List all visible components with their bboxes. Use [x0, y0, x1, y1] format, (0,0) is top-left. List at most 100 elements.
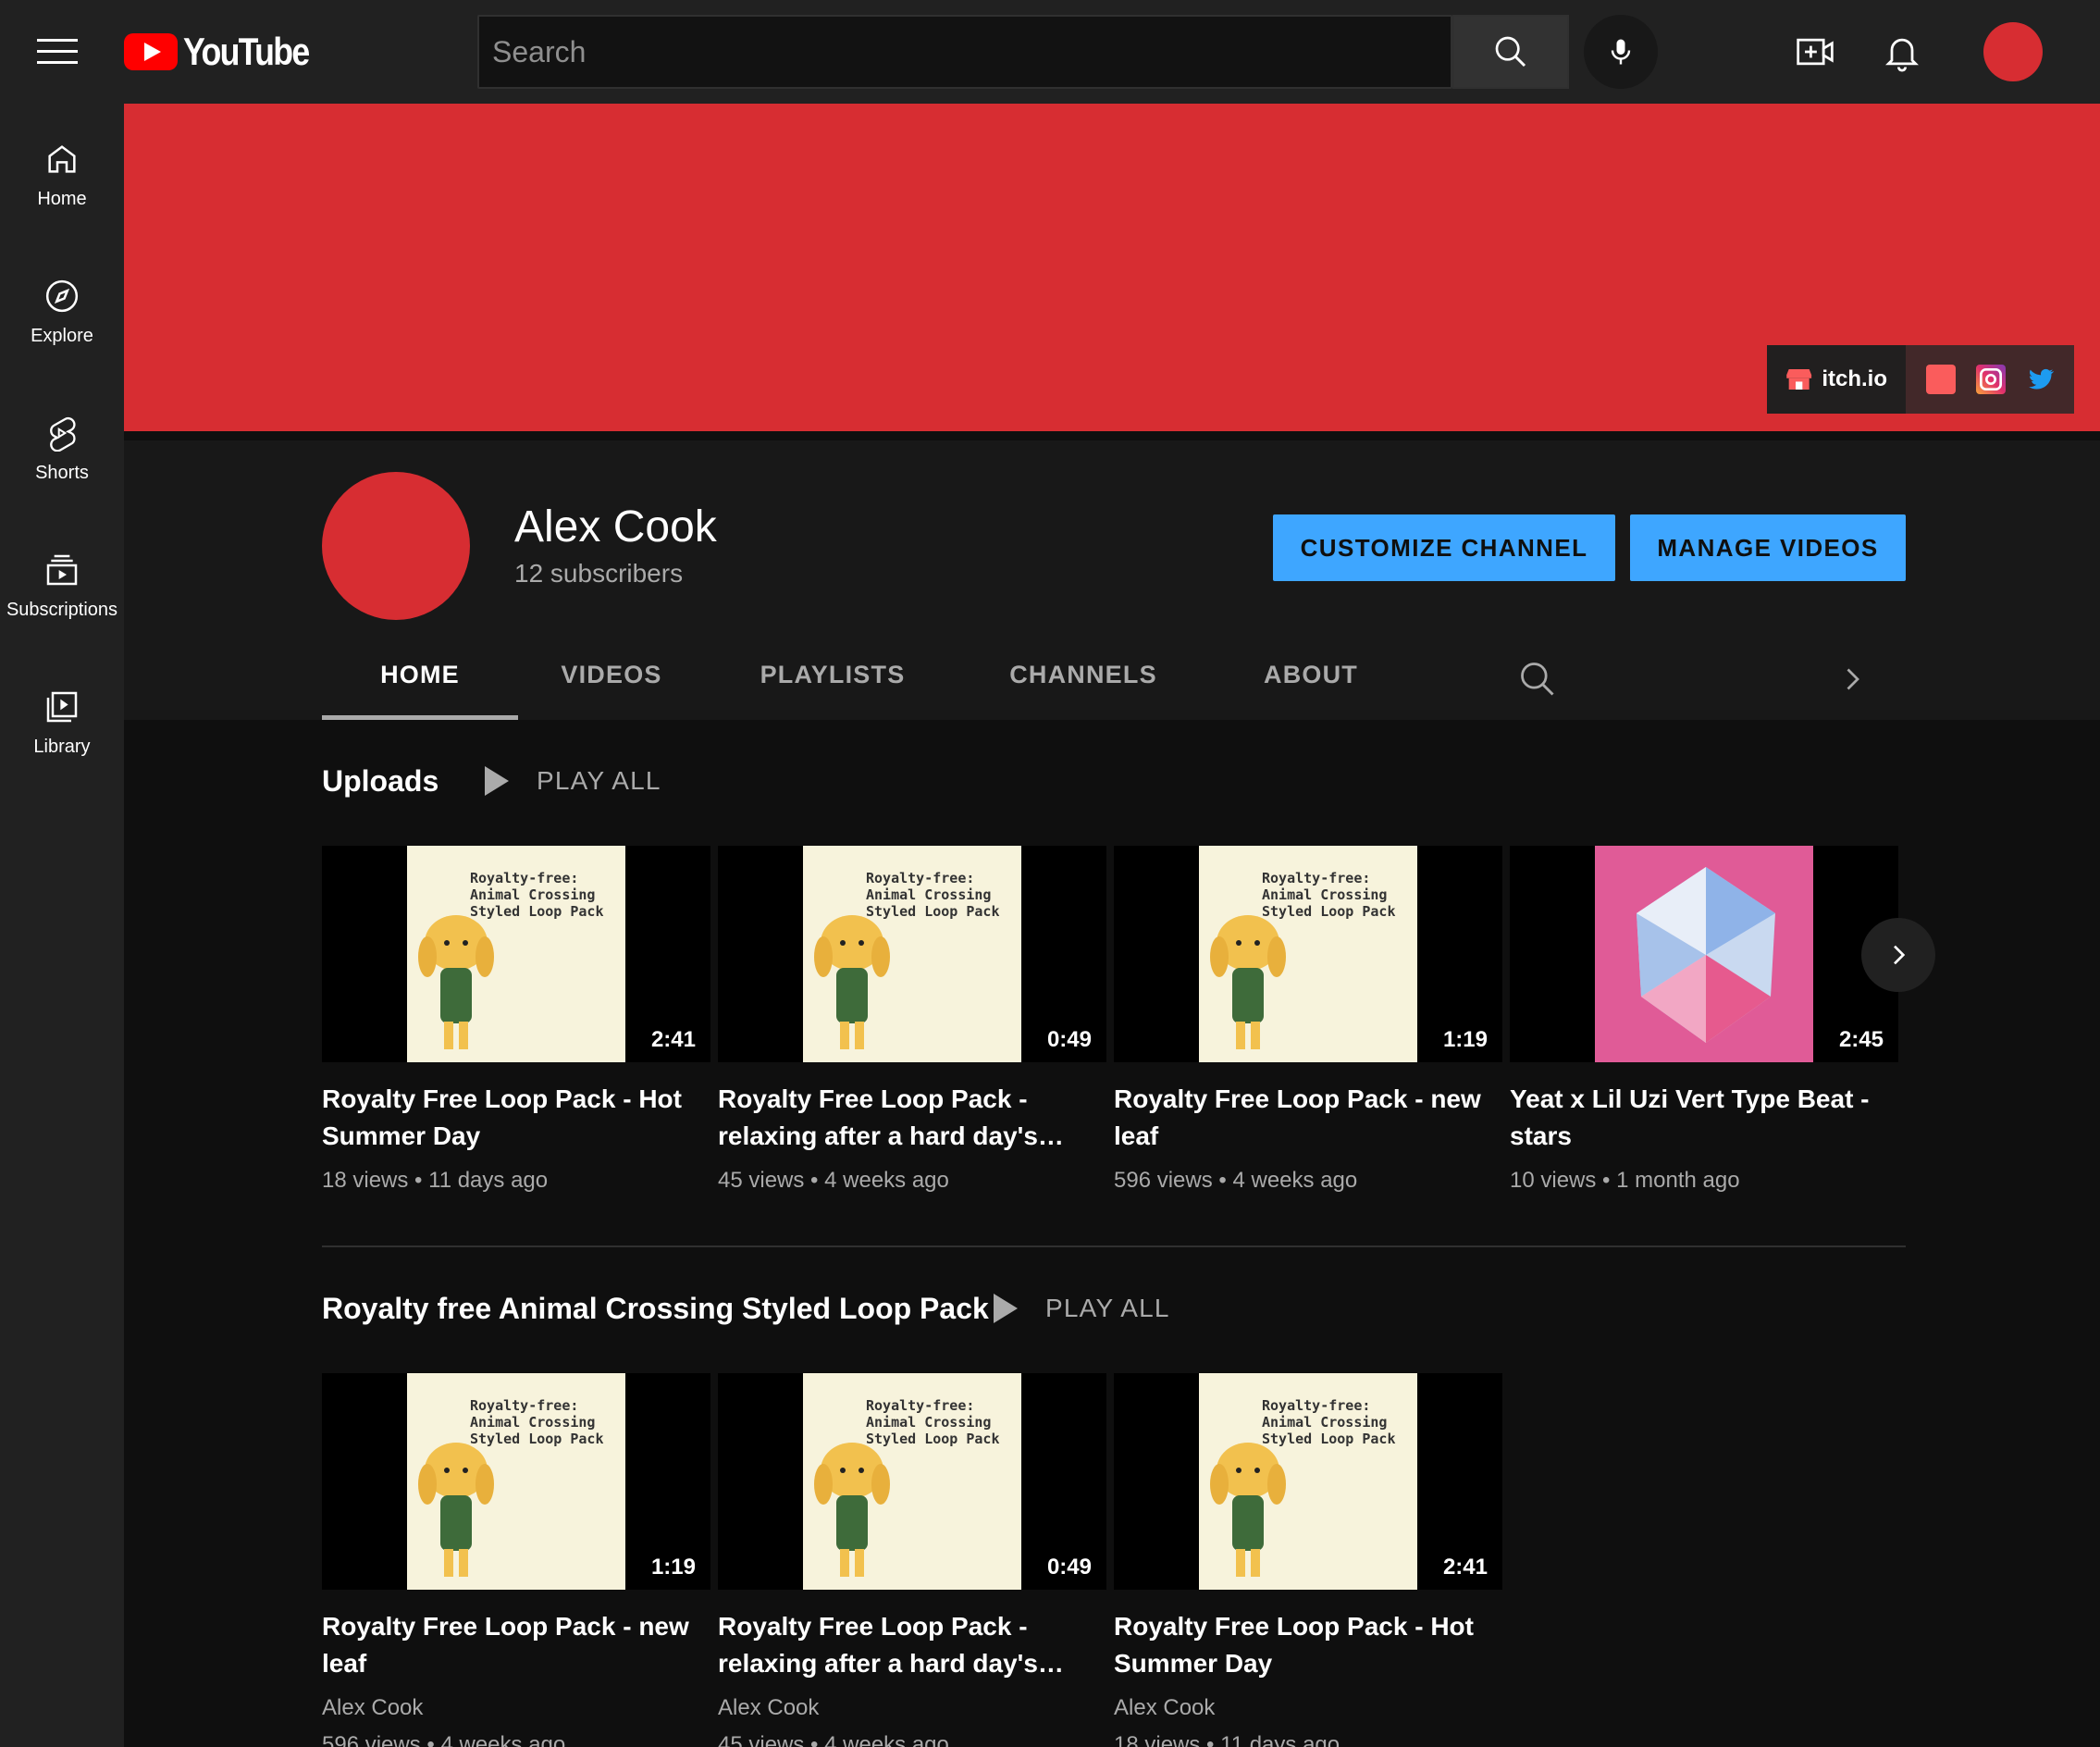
view-count: 18 views	[322, 1168, 409, 1193]
tab-home[interactable]: HOME	[322, 638, 518, 720]
play-all-label: PLAY ALL	[1045, 1294, 1170, 1322]
account-avatar[interactable]	[1983, 22, 2043, 81]
sidebar-item-explore[interactable]: Explore	[0, 241, 124, 352]
subscriptions-icon	[46, 554, 78, 586]
menu-icon[interactable]	[37, 33, 78, 70]
video-create-icon	[1797, 38, 1834, 66]
youtube-channel-page: YouTube Home Explore Shorts	[0, 0, 2100, 1747]
video-meta: 18 views • 11 days ago	[1114, 1730, 1502, 1747]
sidebar-item-label: Subscriptions	[6, 600, 118, 620]
shelf-next-button[interactable]	[1861, 918, 1935, 992]
character-illustration	[1210, 1443, 1286, 1577]
character-illustration	[814, 1443, 890, 1577]
video-duration: 0:49	[1046, 1027, 1092, 1052]
video-thumbnail[interactable]: Royalty-free: Animal Crossing Styled Loo…	[322, 846, 710, 1062]
video-meta: 596 views • 4 weeks ago	[1114, 1168, 1358, 1193]
video-card: Royalty-free: Animal Crossing Styled Loo…	[1114, 1373, 1502, 1747]
video-thumbnail[interactable]: Royalty-free: Animal Crossing Styled Loo…	[1114, 846, 1502, 1062]
itchio-icon	[1786, 369, 1812, 390]
video-card: 2:45 Yeat x Lil Uzi Vert Type Beat - sta…	[1510, 846, 1898, 1196]
sidebar-item-label: Shorts	[35, 463, 89, 483]
microphone-icon	[1611, 39, 1631, 65]
video-title[interactable]: Royalty Free Loop Pack - Hot Summer Day	[322, 1081, 710, 1155]
view-count: 45 views	[718, 1168, 805, 1193]
video-duration: 2:41	[650, 1027, 696, 1052]
video-card: Royalty-free: Animal Crossing Styled Loo…	[322, 1373, 710, 1747]
video-thumbnail[interactable]: Royalty-free: Animal Crossing Styled Loo…	[1114, 1373, 1502, 1590]
upload-age: 1 month ago	[1616, 1168, 1740, 1193]
sidebar-item-subscriptions[interactable]: Subscriptions	[0, 514, 124, 626]
tab-videos[interactable]: VIDEOS	[540, 638, 683, 720]
upload-age: 11 days ago	[1220, 1732, 1340, 1747]
thumbnail-image: Royalty-free: Animal Crossing Styled Loo…	[803, 1373, 1021, 1590]
itchio-link[interactable]: itch.io	[1767, 345, 1906, 414]
channel-name-link[interactable]: Alex Cook	[1114, 1693, 1502, 1723]
sidebar-item-library[interactable]: Library	[0, 651, 124, 762]
thumbnail-image: Royalty-free: Animal Crossing Styled Loo…	[407, 1373, 625, 1590]
voice-search-button[interactable]	[1584, 15, 1658, 89]
tab-about[interactable]: ABOUT	[1238, 638, 1384, 720]
video-title[interactable]: Royalty Free Loop Pack - relaxing after …	[718, 1608, 1106, 1682]
video-title[interactable]: Royalty Free Loop Pack - relaxing after …	[718, 1081, 1106, 1155]
channel-name-link[interactable]: Alex Cook	[718, 1693, 1106, 1723]
thumbnail-image: Royalty-free: Animal Crossing Styled Loo…	[407, 846, 625, 1062]
rss-icon[interactable]	[1926, 365, 1956, 394]
search-input[interactable]	[479, 17, 1451, 87]
uploads-title: Uploads	[322, 764, 439, 798]
video-duration: 1:19	[650, 1555, 696, 1580]
chevron-right-icon[interactable]	[1835, 663, 1869, 696]
tab-playlists[interactable]: PLAYLISTS	[740, 638, 925, 720]
library-icon	[46, 691, 78, 723]
video-title[interactable]: Royalty Free Loop Pack - new leaf	[322, 1608, 710, 1682]
itchio-link-label: itch.io	[1822, 366, 1887, 391]
video-title[interactable]: Yeat x Lil Uzi Vert Type Beat - stars	[1510, 1081, 1898, 1155]
video-card: Royalty-free: Animal Crossing Styled Loo…	[1114, 846, 1502, 1196]
create-video-button[interactable]	[1791, 28, 1839, 76]
upload-age: 4 weeks ago	[824, 1168, 949, 1193]
playlist-play-all[interactable]: PLAY ALL	[994, 1294, 1170, 1323]
upload-age: 11 days ago	[428, 1168, 549, 1193]
video-thumbnail[interactable]: Royalty-free: Animal Crossing Styled Loo…	[718, 1373, 1106, 1590]
video-duration: 0:49	[1046, 1555, 1092, 1580]
playlist-title[interactable]: Royalty free Animal Crossing Styled Loop…	[322, 1292, 989, 1326]
character-illustration	[418, 1443, 494, 1577]
thumbnail-image: Royalty-free: Animal Crossing Styled Loo…	[1199, 846, 1417, 1062]
upload-age: 4 weeks ago	[824, 1732, 949, 1747]
section-divider	[322, 1245, 1906, 1247]
banner-links: itch.io	[1767, 345, 2074, 414]
character-illustration	[814, 915, 890, 1049]
bell-icon	[1885, 38, 1919, 72]
top-bar: YouTube	[0, 0, 2100, 104]
video-title[interactable]: Royalty Free Loop Pack - Hot Summer Day	[1114, 1608, 1502, 1682]
video-thumbnail[interactable]: Royalty-free: Animal Crossing Styled Loo…	[718, 846, 1106, 1062]
home-icon	[48, 145, 76, 173]
view-count: 10 views	[1510, 1168, 1597, 1193]
logo-text: YouTube	[183, 30, 310, 73]
video-thumbnail[interactable]: 2:45	[1510, 846, 1898, 1062]
tab-channels[interactable]: CHANNELS	[984, 638, 1182, 720]
sidebar-item-shorts[interactable]: Shorts	[0, 378, 124, 489]
instagram-icon[interactable]	[1976, 365, 2006, 394]
thumbnail-image	[1595, 846, 1813, 1062]
sidebar-item-home[interactable]: Home	[0, 104, 124, 215]
customize-channel-button[interactable]: CUSTOMIZE CHANNEL	[1273, 514, 1615, 581]
video-meta: 10 views • 1 month ago	[1510, 1168, 1740, 1193]
channel-name-link[interactable]: Alex Cook	[322, 1693, 710, 1723]
video-title[interactable]: Royalty Free Loop Pack - new leaf	[1114, 1081, 1502, 1155]
view-count: 596 views	[1114, 1168, 1213, 1193]
view-count: 18 views	[1114, 1732, 1201, 1747]
search-button[interactable]	[1452, 15, 1569, 89]
channel-name: Alex Cook	[514, 502, 717, 551]
notifications-button[interactable]	[1878, 28, 1926, 76]
video-duration: 2:45	[1838, 1027, 1884, 1052]
twitter-icon[interactable]	[2026, 365, 2056, 394]
subscriber-count: 12 subscribers	[514, 559, 684, 588]
channel-search-icon[interactable]	[1517, 659, 1558, 700]
play-all-label: PLAY ALL	[537, 766, 661, 795]
uploads-play-all[interactable]: PLAY ALL	[485, 766, 661, 796]
video-thumbnail[interactable]: Royalty-free: Animal Crossing Styled Loo…	[322, 1373, 710, 1590]
manage-videos-button[interactable]: MANAGE VIDEOS	[1630, 514, 1906, 581]
chevron-right-icon	[1894, 945, 1906, 965]
youtube-logo[interactable]: YouTube	[124, 30, 330, 74]
video-meta: 18 views • 11 days ago	[322, 1168, 549, 1193]
